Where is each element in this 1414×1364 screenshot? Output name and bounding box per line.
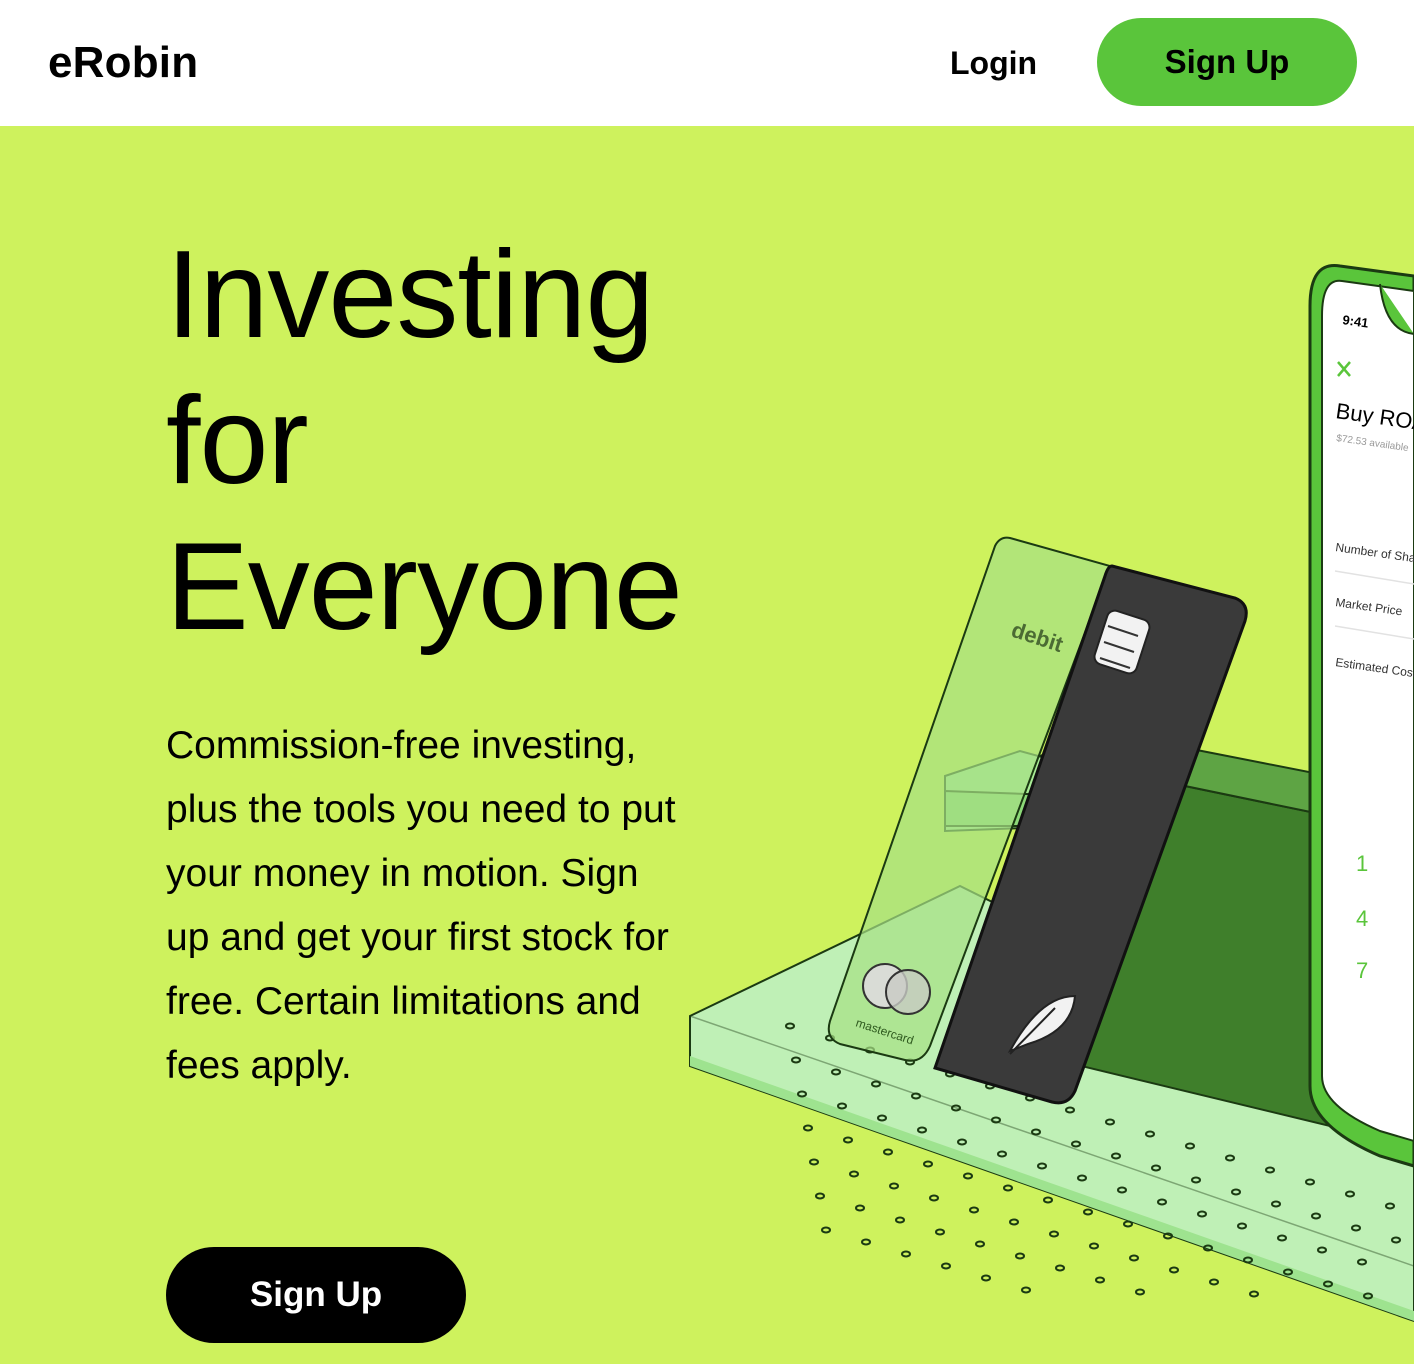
peg-hole [843,1136,853,1144]
peg-hole [1049,1230,1059,1238]
header-signup-button[interactable]: Sign Up [1097,18,1357,106]
peg-hole [929,1194,939,1202]
peg-hole [1123,1220,1133,1228]
peg-hole [981,1274,991,1282]
peg-hole [1055,1264,1065,1272]
peg-hole [935,1228,945,1236]
peg-hole [855,1204,865,1212]
peg-hole [963,1172,973,1180]
peg-hole [889,1182,899,1190]
keypad-key: 4 [1356,906,1368,931]
peg-hole [941,1262,951,1270]
phone-mockup: 9:41 Buy ROAR $72.53 available Number of… [1308,264,1414,1168]
peg-hole [969,1206,979,1214]
peg-hole [1015,1252,1025,1260]
brand-logo[interactable]: eRobin [48,38,198,88]
peg-hole [849,1170,859,1178]
peg-hole [803,1124,813,1132]
peg-hole [1095,1276,1105,1284]
peg-hole [1043,1196,1053,1204]
top-nav: eRobin Login Sign Up [0,0,1414,126]
peg-hole [883,1148,893,1156]
peg-hole [975,1240,985,1248]
peg-hole [1003,1184,1013,1192]
keypad-key: 1 [1356,851,1368,876]
peg-hole [1129,1254,1139,1262]
login-link[interactable]: Login [950,42,1037,84]
hero-signup-button[interactable]: Sign Up [166,1247,466,1343]
peg-hole [1135,1288,1145,1296]
peg-hole [821,1226,831,1234]
peg-hole [1209,1278,1219,1286]
peg-hole [923,1160,933,1168]
peg-hole [809,1158,819,1166]
hero-description: Commission-free investing, plus the tool… [166,724,676,1087]
peg-hole [861,1238,871,1246]
peg-hole [1009,1218,1019,1226]
keypad-key: 7 [1356,958,1368,983]
peg-hole [901,1250,911,1258]
peg-hole [1083,1208,1093,1216]
peg-hole [1021,1286,1031,1294]
peg-hole [895,1216,905,1224]
peg-hole [1089,1242,1099,1250]
peg-hole [1169,1266,1179,1274]
peg-hole [815,1192,825,1200]
peg-hole [1249,1290,1259,1298]
hero-illustration: debit mastercard 9:41 Buy ROAR $72.53 av… [680,126,1414,1364]
